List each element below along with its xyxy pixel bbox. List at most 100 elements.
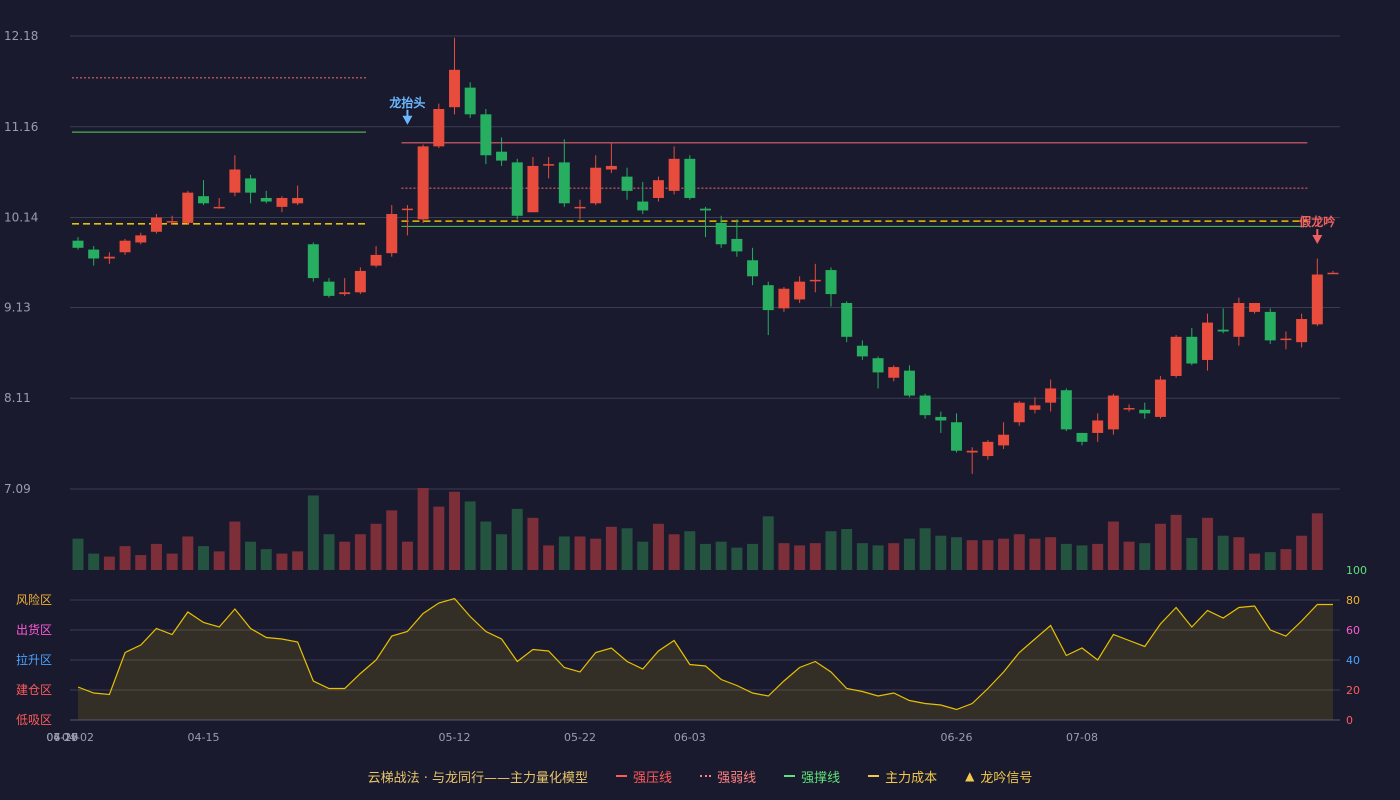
chart-legend: 云梯战法 · 与龙同行——主力量化模型 强压线 强弱线 强撑线 主力成本 ▲ 龙…	[0, 764, 1400, 788]
candle-body	[809, 279, 821, 282]
indicator-tick-label: 60	[1346, 624, 1360, 637]
legend-item-dragon-signal[interactable]: ▲ 龙吟信号	[965, 767, 1032, 786]
candle	[605, 142, 617, 174]
candle-body	[621, 176, 633, 191]
candle	[464, 82, 476, 118]
candle-body	[903, 370, 915, 396]
candle	[684, 155, 696, 200]
volume-bar	[229, 521, 241, 570]
candle	[354, 267, 366, 295]
candle	[1045, 379, 1057, 412]
candle	[1013, 400, 1025, 426]
volume-bar	[150, 543, 162, 570]
candle	[88, 246, 100, 266]
volume-bar	[966, 540, 978, 570]
volume-bar	[1311, 513, 1323, 570]
legend-title: 云梯战法 · 与龙同行——主力量化模型	[367, 770, 589, 786]
volume-bar	[668, 534, 680, 570]
candle	[307, 242, 319, 282]
candle-body	[339, 292, 351, 295]
candle-body	[307, 244, 319, 279]
candle-body	[762, 285, 774, 311]
legend-item-strong-resistance[interactable]: 强压线	[616, 767, 672, 786]
x-tick-label: 05-12	[439, 731, 471, 744]
volume-bar	[1186, 537, 1198, 570]
candle	[339, 278, 351, 296]
triangle-icon: ▲	[965, 769, 975, 783]
volume-bar	[998, 538, 1010, 570]
candle	[449, 37, 460, 115]
x-tick-label: 05-22	[564, 731, 596, 744]
legend-item-strong-support[interactable]: 强撑线	[784, 767, 840, 786]
candle-body	[182, 192, 194, 223]
volume-bar	[386, 510, 398, 570]
candle	[135, 232, 147, 245]
volume-bar	[401, 541, 413, 570]
candle	[809, 263, 821, 293]
candle	[496, 137, 508, 166]
volume-bar	[951, 537, 962, 570]
candle	[543, 157, 555, 179]
zone-label: 风险区	[16, 592, 52, 607]
candle	[386, 205, 398, 257]
candle-body	[668, 158, 680, 191]
solid-line-icon	[784, 775, 796, 777]
volume-bar	[433, 506, 445, 570]
volume-bar	[825, 531, 837, 570]
candle-body	[370, 254, 382, 266]
candle	[150, 213, 162, 234]
legend-item-main-cost[interactable]: 主力成本	[868, 767, 937, 786]
candle	[731, 219, 743, 257]
indicator-tick-label: 20	[1346, 684, 1360, 697]
candle	[511, 158, 523, 220]
dotted-line-icon	[700, 775, 712, 777]
candle-body	[543, 164, 555, 166]
x-tick-label: 06-03	[674, 731, 706, 744]
volume-bar	[72, 538, 84, 570]
candle	[370, 246, 382, 268]
volume-bar	[1060, 543, 1072, 570]
candle	[1107, 393, 1119, 435]
legend-item-weak-resistance[interactable]: 强弱线	[700, 767, 756, 786]
volume-bar	[339, 541, 351, 570]
candle	[1202, 313, 1213, 371]
candle	[292, 185, 304, 206]
candle-body	[715, 222, 727, 245]
candle-body	[464, 87, 476, 115]
candle	[260, 190, 272, 204]
y-tick-label: 7.09	[4, 482, 31, 496]
candle-body	[637, 201, 649, 211]
candle	[856, 340, 868, 360]
volume-bar	[135, 555, 147, 570]
candle-body	[684, 158, 696, 198]
volume-bar	[872, 545, 884, 570]
indicator-tick-label: 80	[1346, 594, 1360, 607]
candle	[637, 181, 649, 214]
candle-body	[480, 114, 492, 156]
candle-body	[1139, 409, 1151, 414]
candle-body	[1233, 302, 1245, 337]
candle	[951, 413, 962, 453]
candle-body	[1296, 319, 1308, 343]
candle	[72, 237, 84, 250]
candle-body	[574, 206, 586, 209]
volume-bar	[794, 545, 806, 570]
candlestick-chart: 7.09 8.11 9.13 10.14 11.16 12.18 龙抬头假龙吟 0 20 40 60…	[4, 29, 1367, 744]
candle-body	[527, 165, 539, 213]
candle-body	[354, 270, 366, 293]
signal-label: 假龙吟	[1299, 214, 1335, 229]
candle	[401, 205, 413, 236]
zone-label: 低吸区	[16, 713, 52, 727]
volume-bar	[354, 534, 366, 570]
candle	[323, 278, 335, 298]
candle-body	[417, 146, 429, 220]
candle-body	[72, 240, 84, 248]
candle	[794, 276, 806, 303]
signal-label: 龙抬头	[389, 95, 425, 110]
candle-body	[935, 416, 947, 421]
candle	[778, 286, 790, 312]
candle	[888, 365, 900, 382]
volume-bar	[1123, 541, 1135, 570]
candle	[1327, 270, 1339, 275]
volume-bar	[1029, 538, 1041, 570]
